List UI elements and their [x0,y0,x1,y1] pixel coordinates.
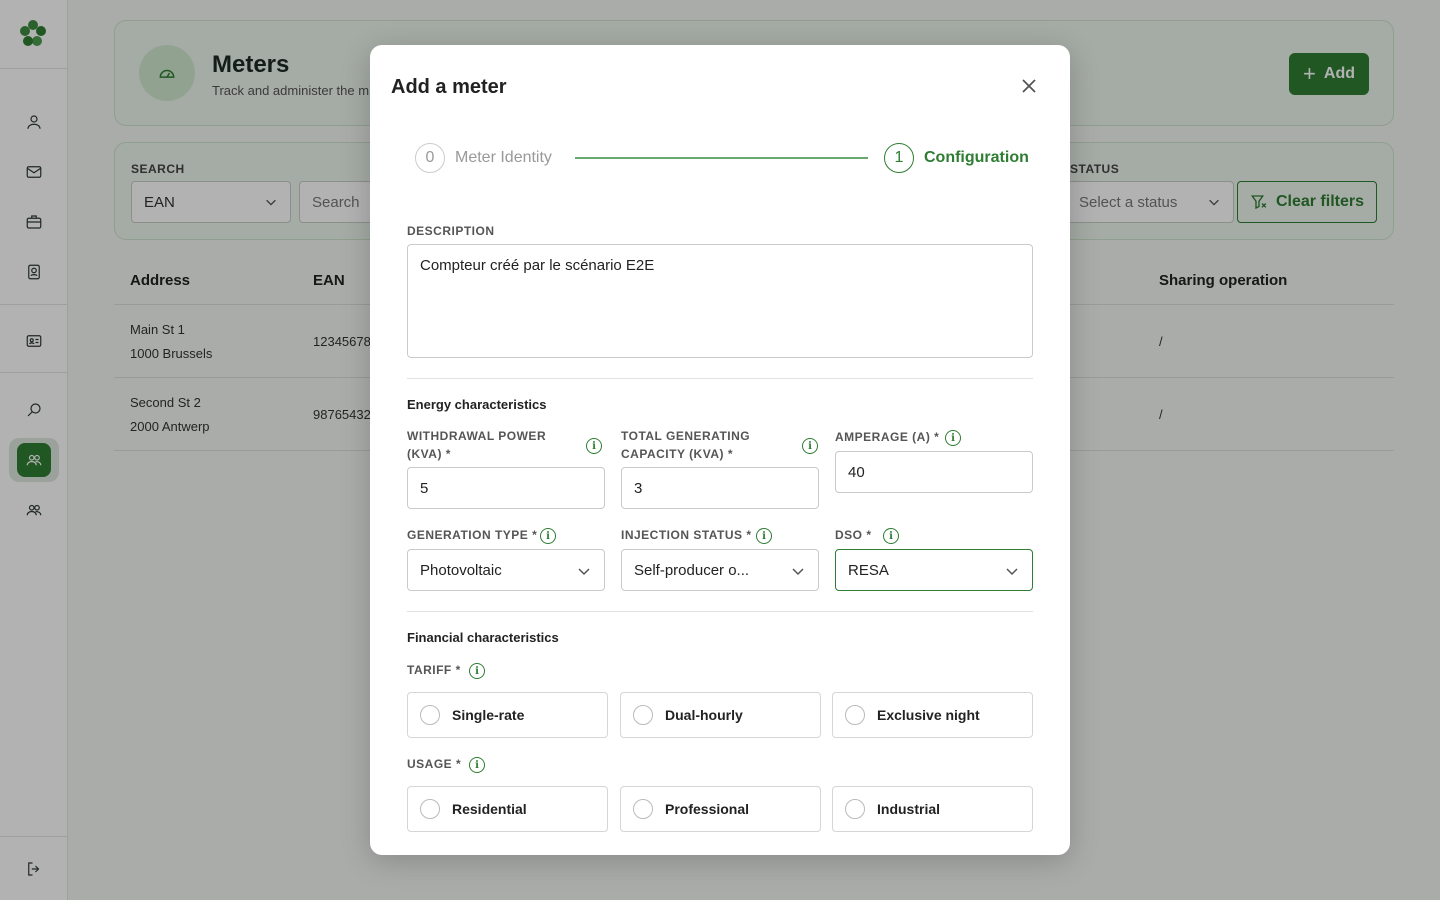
radio-button[interactable] [420,799,440,819]
radio-button[interactable] [633,705,653,725]
description-textarea[interactable]: Compteur créé par le scénario E2E [407,244,1033,358]
usage-label: USAGE * [407,757,462,771]
radio-button[interactable] [420,705,440,725]
usage-option-label: Residential [452,801,527,817]
step-1-circle[interactable]: 1 [884,143,914,173]
tariff-option-exclusive-night[interactable]: Exclusive night [832,692,1033,738]
generating-capacity-label: TOTAL GENERATING CAPACITY (KVA) * [621,427,750,463]
amperage-label: AMPERAGE (A) * [835,430,940,444]
tariff-label: TARIFF * [407,663,461,677]
radio-button[interactable] [845,799,865,819]
generation-type-label: GENERATION TYPE * [407,528,538,542]
info-icon[interactable]: i [945,430,961,446]
info-icon[interactable]: i [469,663,485,679]
generation-type-value: Photovoltaic [420,561,502,579]
injection-status-label: INJECTION STATUS * [621,528,752,542]
chevron-down-icon [578,568,590,576]
radio-button[interactable] [633,799,653,819]
info-icon[interactable]: i [802,438,818,454]
dso-value: RESA [848,561,889,579]
usage-option-label: Professional [665,801,750,817]
tariff-option-label: Exclusive night [877,707,980,723]
chevron-down-icon [1006,568,1018,576]
info-icon[interactable]: i [586,438,602,454]
dialog-title: Add a meter [391,76,507,98]
tariff-option-label: Single-rate [452,707,525,723]
tariff-option-dual-hourly[interactable]: Dual-hourly [620,692,821,738]
stepper-connector [575,157,868,159]
tariff-option-label: Dual-hourly [665,707,743,723]
info-icon[interactable]: i [756,528,772,544]
section-divider [407,378,1033,379]
add-meter-dialog: Add a meter 0 Meter Identity 1 Configura… [370,45,1070,855]
usage-option-residential[interactable]: Residential [407,786,608,832]
injection-status-select[interactable]: Self-producer o... [621,549,819,591]
generating-label-line2: CAPACITY (KVA) * [621,447,734,461]
info-icon[interactable]: i [469,757,485,773]
withdrawal-label-line1: WITHDRAWAL POWER [407,429,547,443]
step-0-circle[interactable]: 0 [415,143,445,173]
radio-button[interactable] [845,705,865,725]
section-divider [407,611,1033,612]
usage-option-professional[interactable]: Professional [620,786,821,832]
step-0-label[interactable]: Meter Identity [455,149,552,167]
close-button[interactable] [1018,75,1040,97]
info-icon[interactable]: i [540,528,556,544]
energy-section-title: Energy characteristics [407,397,547,412]
withdrawal-label-line2: (KVA) * [407,447,451,461]
withdrawal-power-label: WITHDRAWAL POWER (KVA) * [407,427,546,463]
generation-type-select[interactable]: Photovoltaic [407,549,605,591]
dso-select[interactable]: RESA [835,549,1033,591]
dso-label: DSO * [835,528,872,542]
withdrawal-power-input[interactable]: 5 [407,467,605,509]
injection-status-value: Self-producer o... [634,561,750,579]
chevron-down-icon [792,568,804,576]
usage-option-industrial[interactable]: Industrial [832,786,1033,832]
info-icon[interactable]: i [883,528,899,544]
step-1-label[interactable]: Configuration [924,149,1029,167]
close-icon [1022,79,1036,93]
usage-option-label: Industrial [877,801,941,817]
generating-label-line1: TOTAL GENERATING [621,429,751,443]
tariff-option-single-rate[interactable]: Single-rate [407,692,608,738]
generating-capacity-input[interactable]: 3 [621,467,819,509]
description-label: DESCRIPTION [407,224,495,238]
financial-section-title: Financial characteristics [407,630,559,645]
amperage-input[interactable]: 40 [835,451,1033,493]
